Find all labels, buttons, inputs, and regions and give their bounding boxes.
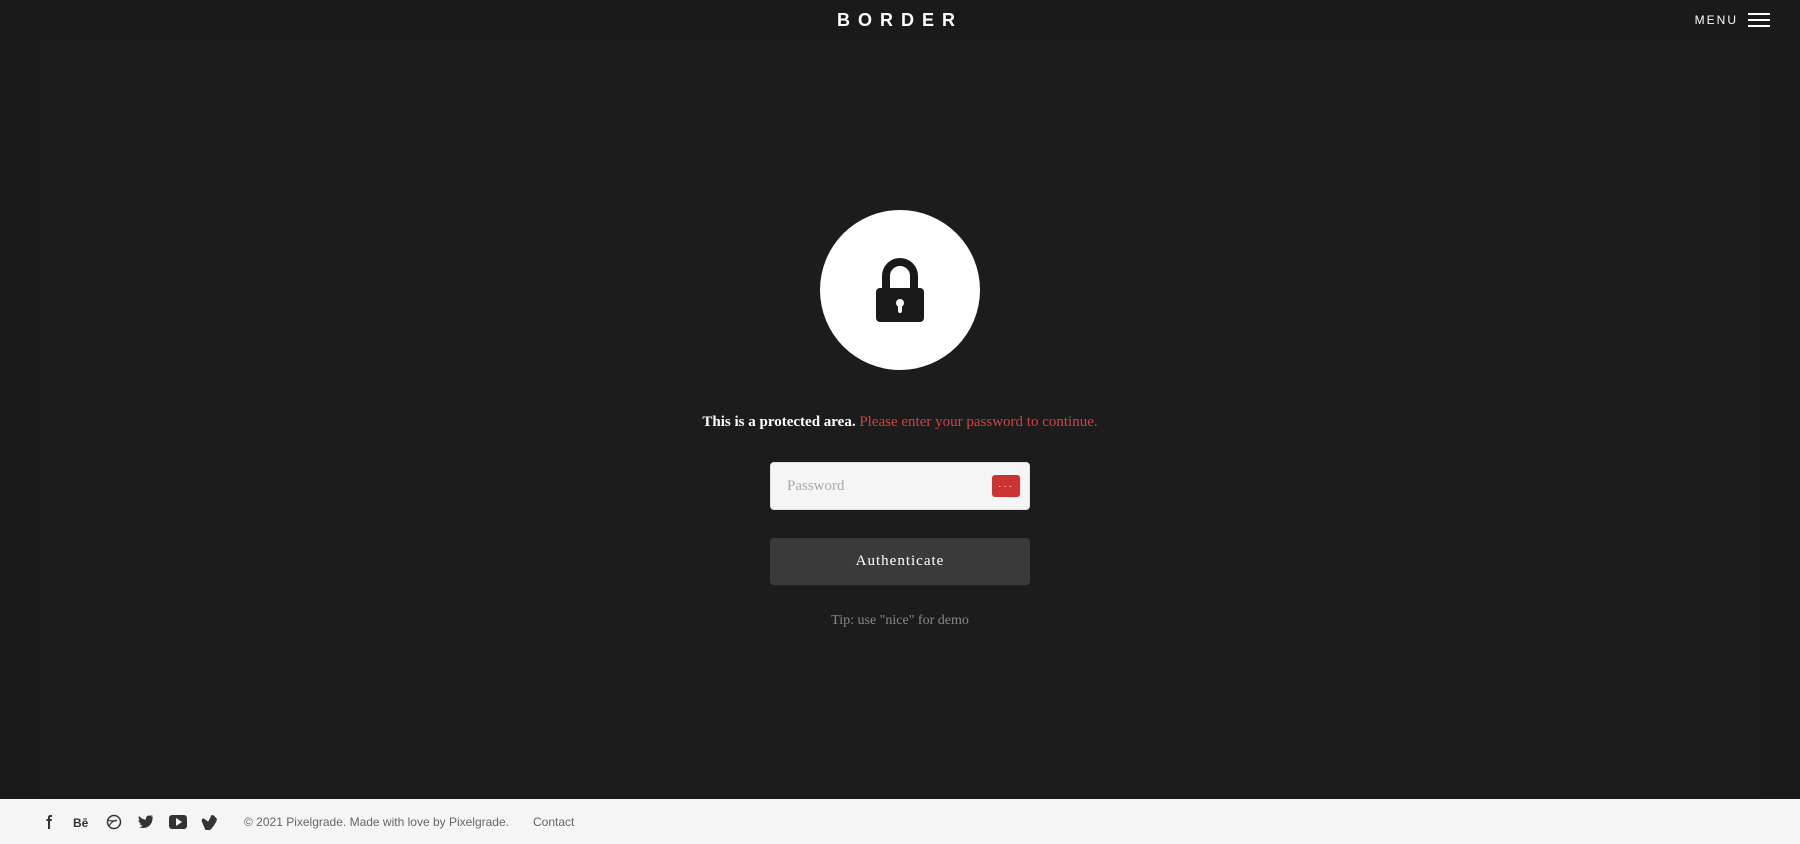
- header: BORDER MENU: [0, 0, 1800, 40]
- vimeo-icon[interactable]: [200, 812, 220, 832]
- menu-button[interactable]: MENU: [1695, 13, 1770, 27]
- protected-bold-text: This is a protected area.: [702, 414, 855, 430]
- password-input-container: ···: [770, 462, 1030, 510]
- protected-instruction-text: Please enter your password to continue.: [856, 414, 1098, 430]
- tip-text: Tip: use "nice" for demo: [831, 613, 969, 629]
- password-dots-icon: ···: [998, 481, 1014, 492]
- auth-container: This is a protected area. Please enter y…: [702, 210, 1097, 629]
- footer-contact-link[interactable]: Contact: [533, 815, 574, 829]
- youtube-icon[interactable]: [168, 812, 188, 832]
- facebook-icon[interactable]: [40, 812, 60, 832]
- protected-area-text: This is a protected area. Please enter y…: [702, 410, 1097, 434]
- svg-text:Bē: Bē: [73, 816, 89, 828]
- main-content: This is a protected area. Please enter y…: [40, 40, 1760, 799]
- lock-icon-circle: [820, 210, 980, 370]
- twitter-icon[interactable]: [136, 812, 156, 832]
- footer: Bē © 2021 Pixelgrade. Made with love by …: [0, 799, 1800, 844]
- menu-label: MENU: [1695, 13, 1738, 27]
- hamburger-icon: [1748, 13, 1770, 27]
- password-toggle-button[interactable]: ···: [992, 475, 1020, 497]
- dribble-icon[interactable]: [104, 812, 124, 832]
- footer-social-icons: Bē: [40, 812, 220, 832]
- authenticate-button[interactable]: Authenticate: [770, 538, 1030, 585]
- lock-icon: [860, 250, 940, 330]
- site-logo: BORDER: [837, 10, 963, 31]
- behance-icon[interactable]: Bē: [72, 812, 92, 832]
- footer-copyright: © 2021 Pixelgrade. Made with love by Pix…: [244, 815, 509, 829]
- password-input[interactable]: [770, 462, 1030, 510]
